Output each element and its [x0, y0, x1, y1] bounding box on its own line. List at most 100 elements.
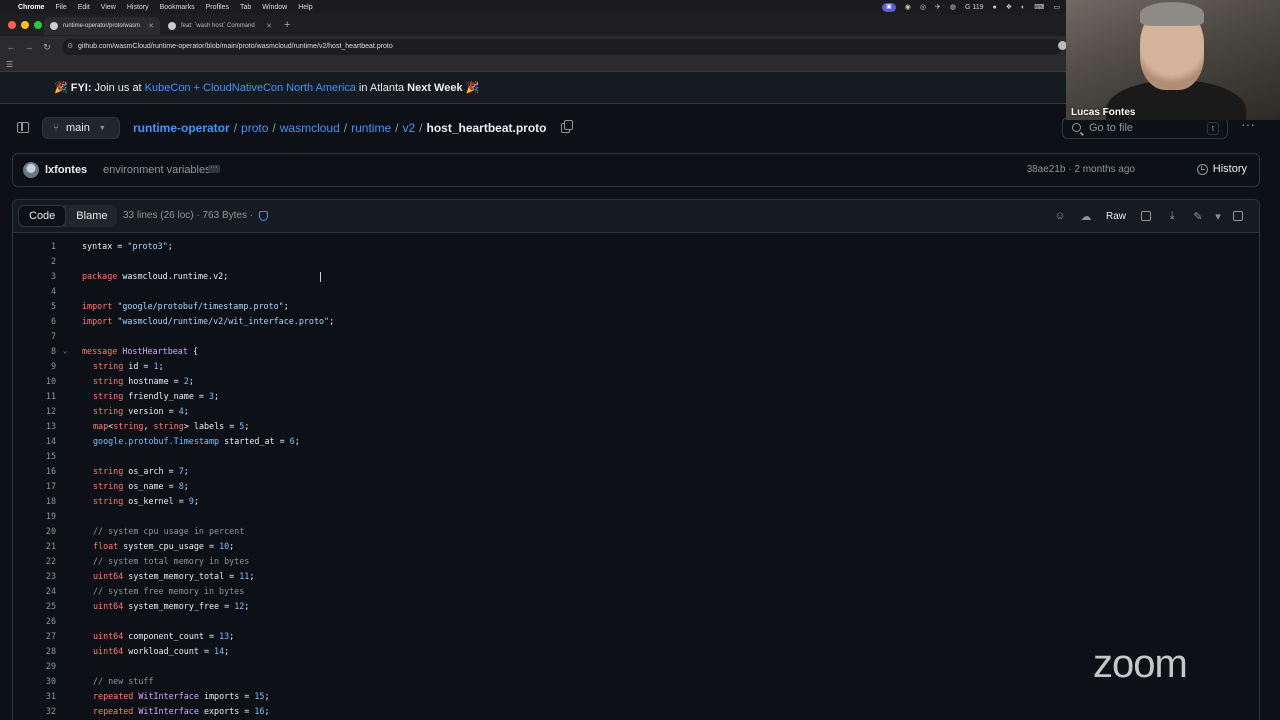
status-icon-d[interactable]: ◍	[950, 3, 956, 11]
line-number[interactable]: 14	[13, 434, 56, 449]
new-tab-icon[interactable]: +	[284, 19, 290, 31]
download-icon[interactable]: ⤓	[1159, 205, 1185, 227]
line-number[interactable]: 13	[13, 419, 56, 434]
line-number[interactable]: 17	[13, 479, 56, 494]
line-number[interactable]: 19	[13, 509, 56, 524]
line-number[interactable]: 1	[13, 239, 56, 254]
status-icon-b[interactable]: ◎	[920, 3, 926, 11]
menu-view[interactable]: View	[101, 4, 116, 11]
menu-app-name[interactable]: Chrome	[18, 4, 44, 11]
site-info-icon[interactable]: ⚙	[67, 39, 73, 55]
line-number[interactable]: 6	[13, 314, 56, 329]
status-icon-a[interactable]: ◉	[905, 3, 911, 11]
menu-bookmarks[interactable]: Bookmarks	[160, 4, 195, 11]
status-icon-g[interactable]: ◐	[1021, 4, 1025, 11]
menu-help[interactable]: Help	[298, 4, 312, 11]
line-number[interactable]: 8	[13, 344, 56, 359]
line-number[interactable]: 32	[13, 704, 56, 719]
chevron-down-icon[interactable]: ▾	[1211, 205, 1225, 227]
breadcrumb-runtime[interactable]: runtime	[351, 121, 391, 135]
zoom-status-icon[interactable]: ▣	[882, 2, 896, 12]
menu-profiles[interactable]: Profiles	[206, 4, 229, 11]
line-number[interactable]: 29	[13, 659, 56, 674]
status-icon-f[interactable]: ❖	[1006, 3, 1012, 11]
copilot-icon[interactable]: ☺	[1047, 205, 1073, 227]
close-tab-icon[interactable]: ✕	[148, 22, 154, 30]
line-number[interactable]: 9	[13, 359, 56, 374]
battery-icon[interactable]: ▭	[1053, 3, 1060, 11]
line-number[interactable]: 18	[13, 494, 56, 509]
commit-author[interactable]: lxfontes	[45, 164, 87, 176]
browser-tab-active[interactable]: runtime-operator/proto/wasm ✕	[44, 17, 160, 35]
line-number[interactable]: 11	[13, 389, 56, 404]
menu-edit[interactable]: Edit	[78, 4, 90, 11]
line-number[interactable]: 16	[13, 464, 56, 479]
breadcrumb-repo[interactable]: runtime-operator	[133, 121, 230, 135]
avatar[interactable]	[23, 162, 39, 178]
line-number[interactable]: 2	[13, 254, 56, 269]
menu-icon[interactable]: ☰	[6, 60, 13, 69]
forward-icon[interactable]: →	[20, 42, 38, 52]
line-number[interactable]: 22	[13, 554, 56, 569]
symbols-panel-icon[interactable]	[1225, 205, 1251, 227]
line-number[interactable]: 3	[13, 269, 56, 284]
breadcrumb-wasmcloud[interactable]: wasmcloud	[280, 121, 340, 135]
minimize-window-icon[interactable]	[21, 21, 29, 29]
line-number[interactable]: 10	[13, 374, 56, 389]
commit-expand-icon[interactable]: ···	[208, 164, 220, 173]
browser-tab[interactable]: feat: `wash host` Command ✕	[162, 17, 278, 35]
line-number[interactable]: 25	[13, 599, 56, 614]
line-number[interactable]: 23	[13, 569, 56, 584]
line-number[interactable]: 27	[13, 629, 56, 644]
line-number[interactable]: 26	[13, 614, 56, 629]
line-number[interactable]: 7	[13, 329, 56, 344]
raw-button[interactable]: Raw	[1099, 205, 1133, 227]
tab-blame[interactable]: Blame	[66, 205, 117, 227]
line-number[interactable]: 12	[13, 404, 56, 419]
menu-history[interactable]: History	[127, 4, 149, 11]
branch-selector[interactable]: ⑂ main ▼	[42, 117, 120, 139]
status-icon-c[interactable]: ✈	[935, 3, 941, 11]
codespaces-icon[interactable]: ☁	[1073, 205, 1099, 227]
copy-raw-icon[interactable]	[1133, 205, 1159, 227]
history-button[interactable]: History	[1196, 163, 1247, 175]
chevron-down-icon[interactable]: ⌄	[63, 344, 67, 359]
line-number[interactable]: 31	[13, 689, 56, 704]
sidebar-toggle-icon[interactable]	[17, 122, 29, 133]
grammarly-icon[interactable]: G 119	[965, 4, 984, 11]
tab-code[interactable]: Code	[18, 205, 67, 227]
line-number[interactable]: 20	[13, 524, 56, 539]
status-icon-h[interactable]: ⌨	[1034, 3, 1044, 11]
status-icon-e[interactable]: ●	[993, 4, 997, 11]
code-body[interactable]: 1 syntax = "proto3"; 2 3 package wasmcloud…	[13, 233, 1259, 719]
line-number[interactable]: 21	[13, 539, 56, 554]
reload-icon[interactable]: ↻	[38, 42, 56, 53]
menu-tab[interactable]: Tab	[240, 4, 251, 11]
more-options-icon[interactable]: ···	[1236, 117, 1260, 139]
menu-file[interactable]: File	[55, 4, 66, 11]
line-number[interactable]: 24	[13, 584, 56, 599]
close-window-icon[interactable]	[8, 21, 16, 29]
maximize-window-icon[interactable]	[34, 21, 42, 29]
shield-icon[interactable]	[259, 210, 269, 221]
line-number[interactable]: 15	[13, 449, 56, 464]
code-line: 30 // new stuff	[13, 674, 1259, 689]
back-icon[interactable]: ←	[2, 42, 20, 52]
line-number[interactable]: 30	[13, 674, 56, 689]
address-bar[interactable]: ⚙ github.com/wasmCloud/runtime-operator/…	[62, 39, 1062, 55]
line-number[interactable]: 5	[13, 299, 56, 314]
go-to-file-input[interactable]: Go to file t	[1062, 117, 1228, 139]
line-number[interactable]: 4	[13, 284, 56, 299]
copy-path-icon[interactable]	[560, 120, 573, 133]
commit-sha[interactable]: 38ae21b	[1027, 164, 1066, 175]
menu-window[interactable]: Window	[262, 4, 287, 11]
breadcrumb-proto[interactable]: proto	[241, 121, 268, 135]
code-text: repeated WitInterface imports = 15;	[93, 691, 270, 701]
banner-link[interactable]: KubeCon + CloudNativeCon North America	[145, 82, 356, 94]
line-number[interactable]: 28	[13, 644, 56, 659]
breadcrumb-v2[interactable]: v2	[402, 121, 415, 135]
edit-pencil-icon[interactable]: ✎	[1185, 205, 1211, 227]
commit-message[interactable]: environment variables	[103, 164, 211, 176]
close-tab-icon[interactable]: ✕	[266, 22, 272, 30]
participant-video[interactable]: Lucas Fontes	[1066, 0, 1280, 120]
